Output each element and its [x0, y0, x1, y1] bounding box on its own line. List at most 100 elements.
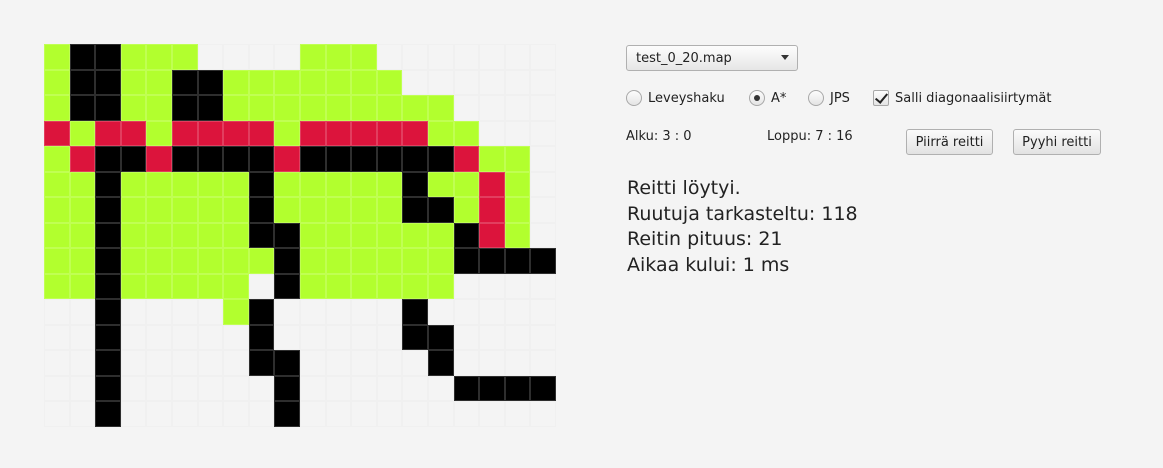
map-cell-empty[interactable] — [248, 273, 275, 299]
map-cell-visited[interactable] — [427, 120, 454, 146]
map-cell-empty[interactable] — [479, 324, 505, 350]
map-cell-visited[interactable] — [171, 273, 198, 299]
map-cell-empty[interactable] — [299, 299, 326, 325]
map-cell-visited[interactable] — [504, 146, 531, 172]
map-cell-empty[interactable] — [530, 299, 556, 325]
map-cell-visited[interactable] — [325, 44, 352, 70]
map-cell-path[interactable] — [223, 120, 249, 146]
map-cell-empty[interactable] — [479, 401, 505, 427]
map-cell-visited[interactable] — [44, 197, 70, 223]
map-cell-visited[interactable] — [69, 120, 96, 146]
map-cell-empty[interactable] — [146, 324, 172, 350]
map-cell-empty[interactable] — [376, 350, 403, 376]
map-cell-empty[interactable] — [223, 375, 249, 401]
map-cell-visited[interactable] — [299, 248, 326, 274]
map-cell-visited[interactable] — [402, 273, 428, 299]
map-cell-wall[interactable] — [274, 375, 300, 401]
map-cell-visited[interactable] — [69, 171, 96, 197]
map-cell-visited[interactable] — [427, 171, 454, 197]
map-cell-visited[interactable] — [146, 273, 172, 299]
map-cell-wall[interactable] — [427, 350, 454, 376]
map-cell-empty[interactable] — [274, 324, 300, 350]
map-cell-empty[interactable] — [504, 324, 531, 350]
map-cell-visited[interactable] — [44, 69, 70, 95]
map-cell-empty[interactable] — [453, 69, 480, 95]
map-cell-empty[interactable] — [504, 273, 531, 299]
map-cell-visited[interactable] — [299, 273, 326, 299]
map-cell-visited[interactable] — [274, 197, 300, 223]
map-cell-visited[interactable] — [325, 69, 352, 95]
map-cell-visited[interactable] — [351, 171, 377, 197]
map-cell-wall[interactable] — [95, 222, 121, 248]
map-cell-visited[interactable] — [376, 273, 403, 299]
map-cell-visited[interactable] — [171, 171, 198, 197]
map-cell-wall[interactable] — [69, 44, 96, 70]
map-cell-wall[interactable] — [402, 171, 428, 197]
map-cell-visited[interactable] — [197, 273, 224, 299]
map-cell-visited[interactable] — [171, 248, 198, 274]
map-cell-visited[interactable] — [120, 44, 147, 70]
map-cell-empty[interactable] — [530, 44, 556, 70]
map-cell-wall[interactable] — [453, 375, 480, 401]
map-cell-empty[interactable] — [197, 401, 224, 427]
map-cell-visited[interactable] — [274, 69, 300, 95]
map-cell-wall[interactable] — [299, 146, 326, 172]
map-cell-empty[interactable] — [146, 401, 172, 427]
map-cell-empty[interactable] — [325, 350, 352, 376]
map-cell-visited[interactable] — [351, 95, 377, 121]
map-cell-empty[interactable] — [171, 401, 198, 427]
map-cell-wall[interactable] — [504, 375, 531, 401]
map-cell-empty[interactable] — [44, 324, 70, 350]
map-cell-visited[interactable] — [146, 44, 172, 70]
map-cell-wall[interactable] — [69, 69, 96, 95]
map-cell-empty[interactable] — [274, 299, 300, 325]
map-cell-empty[interactable] — [530, 222, 556, 248]
clear-path-button[interactable]: Pyyhi reitti — [1013, 129, 1101, 155]
map-cell-empty[interactable] — [504, 69, 531, 95]
map-cell-empty[interactable] — [504, 299, 531, 325]
map-cell-visited[interactable] — [146, 69, 172, 95]
map-cell-wall[interactable] — [274, 350, 300, 376]
map-cell-visited[interactable] — [376, 222, 403, 248]
map-cell-visited[interactable] — [248, 248, 275, 274]
map-cell-path[interactable] — [274, 146, 300, 172]
map-cell-visited[interactable] — [223, 95, 249, 121]
map-cell-path[interactable] — [44, 120, 70, 146]
map-cell-wall[interactable] — [248, 146, 275, 172]
map-cell-empty[interactable] — [299, 324, 326, 350]
map-cell-visited[interactable] — [120, 273, 147, 299]
map-cell-visited[interactable] — [223, 197, 249, 223]
map-cell-empty[interactable] — [69, 324, 96, 350]
map-cell-wall[interactable] — [171, 69, 198, 95]
radio-leveyshaku-button[interactable] — [626, 90, 642, 106]
map-cell-visited[interactable] — [120, 248, 147, 274]
map-cell-empty[interactable] — [248, 401, 275, 427]
map-cell-visited[interactable] — [351, 44, 377, 70]
map-cell-path[interactable] — [376, 120, 403, 146]
map-cell-visited[interactable] — [351, 197, 377, 223]
map-cell-empty[interactable] — [44, 401, 70, 427]
map-cell-wall[interactable] — [248, 299, 275, 325]
map-cell-wall[interactable] — [95, 95, 121, 121]
map-cell-empty[interactable] — [453, 324, 480, 350]
map-cell-visited[interactable] — [69, 248, 96, 274]
map-cell-empty[interactable] — [351, 324, 377, 350]
map-cell-wall[interactable] — [95, 146, 121, 172]
radio-jps-button[interactable] — [808, 90, 824, 106]
map-cell-visited[interactable] — [325, 273, 352, 299]
map-cell-visited[interactable] — [427, 222, 454, 248]
map-cell-empty[interactable] — [223, 350, 249, 376]
map-cell-empty[interactable] — [402, 401, 428, 427]
map-cell-empty[interactable] — [146, 299, 172, 325]
map-cell-empty[interactable] — [402, 44, 428, 70]
map-cell-wall[interactable] — [402, 197, 428, 223]
map-cell-visited[interactable] — [223, 248, 249, 274]
map-cell-visited[interactable] — [402, 95, 428, 121]
map-cell-visited[interactable] — [376, 171, 403, 197]
map-cell-visited[interactable] — [146, 120, 172, 146]
map-cell-empty[interactable] — [120, 401, 147, 427]
map-cell-wall[interactable] — [95, 197, 121, 223]
map-cell-visited[interactable] — [376, 69, 403, 95]
map-cell-empty[interactable] — [120, 350, 147, 376]
map-cell-visited[interactable] — [171, 222, 198, 248]
